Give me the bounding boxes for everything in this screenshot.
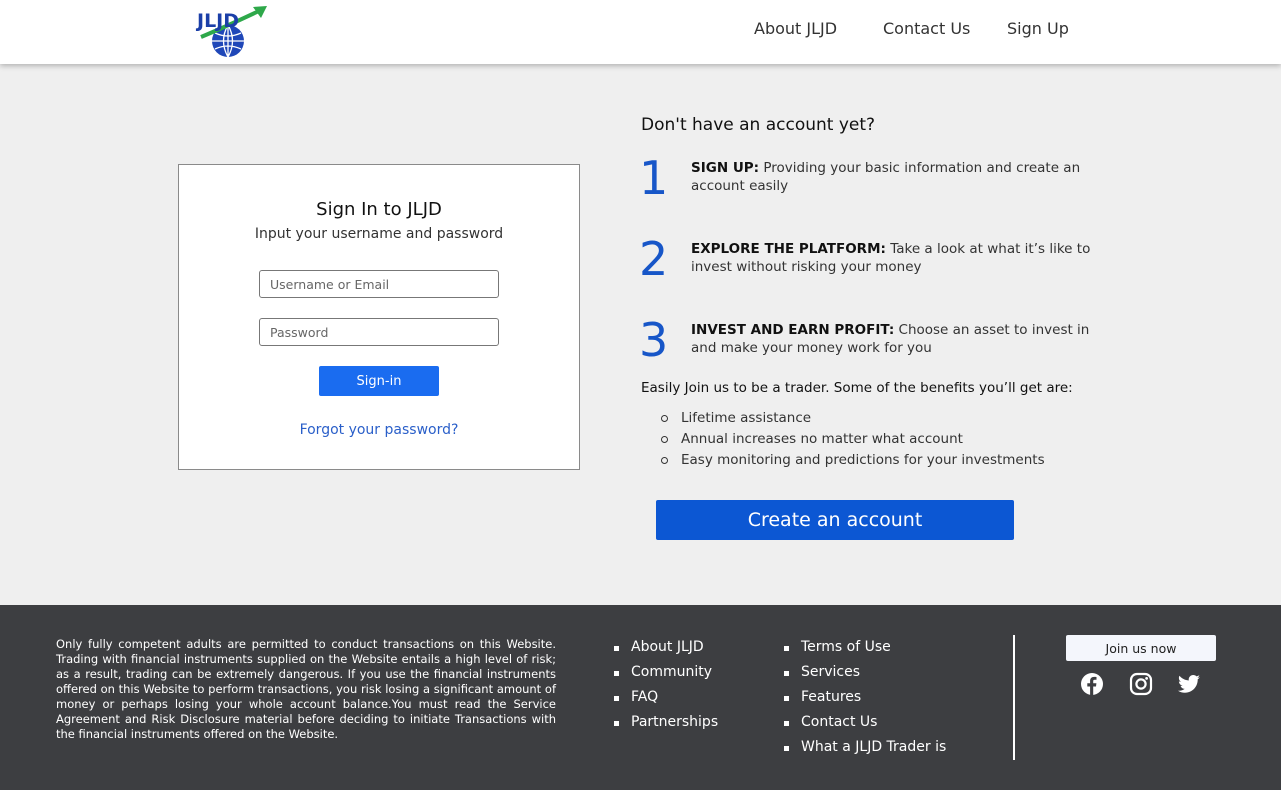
benefit-item: Easy monitoring and predictions for your… xyxy=(661,450,1045,471)
facebook-icon[interactable] xyxy=(1080,672,1104,696)
step-1-text: SIGN UP: Providing your basic informatio… xyxy=(691,159,1091,195)
logo-icon: JLJD xyxy=(195,6,267,58)
signin-button[interactable]: Sign-in xyxy=(319,366,439,396)
benefit-item: Lifetime assistance xyxy=(661,408,1045,429)
footer-link-services[interactable]: Services xyxy=(784,660,946,685)
site-header: JLJD About JLJD Contact Us Sign Up xyxy=(0,0,1281,64)
logo-text: JLJD xyxy=(195,10,239,32)
site-footer: Only fully competent adults are permitte… xyxy=(0,605,1281,790)
footer-disclaimer: Only fully competent adults are permitte… xyxy=(56,637,556,741)
step-3-text: INVEST AND EARN PROFIT: Choose an asset … xyxy=(691,321,1091,357)
footer-links-col2: Terms of Use Services Features Contact U… xyxy=(784,635,946,760)
nav-about[interactable]: About JLJD xyxy=(754,19,837,38)
nav-signup[interactable]: Sign Up xyxy=(1007,19,1069,38)
footer-link-trader[interactable]: What a JLJD Trader is xyxy=(784,735,946,760)
join-us-button[interactable]: Join us now xyxy=(1066,635,1216,661)
nav-contact[interactable]: Contact Us xyxy=(883,19,970,38)
step-3-heading: INVEST AND EARN PROFIT: xyxy=(691,322,895,338)
instagram-icon[interactable] xyxy=(1129,672,1153,696)
footer-link-terms[interactable]: Terms of Use xyxy=(784,635,946,660)
password-input[interactable] xyxy=(259,318,499,346)
footer-link-about[interactable]: About JLJD xyxy=(614,635,718,660)
footer-divider xyxy=(1013,635,1015,760)
step-1-heading: SIGN UP: xyxy=(691,160,760,176)
step-2-heading: EXPLORE THE PLATFORM: xyxy=(691,241,886,257)
benefits-list: Lifetime assistance Annual increases no … xyxy=(661,408,1045,471)
footer-link-features[interactable]: Features xyxy=(784,685,946,710)
step-number-3: 3 xyxy=(639,313,669,367)
create-account-button[interactable]: Create an account xyxy=(656,500,1014,540)
footer-link-community[interactable]: Community xyxy=(614,660,718,685)
step-number-2: 2 xyxy=(639,232,669,286)
step-number-1: 1 xyxy=(639,151,669,205)
footer-link-partnerships[interactable]: Partnerships xyxy=(614,710,718,735)
username-input[interactable] xyxy=(259,270,499,298)
signin-title: Sign In to JLJD xyxy=(316,199,442,220)
benefit-item: Annual increases no matter what account xyxy=(661,429,1045,450)
footer-links-col1: About JLJD Community FAQ Partnerships xyxy=(614,635,718,735)
step-2-text: EXPLORE THE PLATFORM: Take a look at wha… xyxy=(691,240,1091,276)
twitter-icon[interactable] xyxy=(1177,672,1201,696)
footer-link-contact[interactable]: Contact Us xyxy=(784,710,946,735)
forgot-password-link[interactable]: Forgot your password? xyxy=(179,422,579,438)
jljd-logo[interactable]: JLJD xyxy=(195,3,271,59)
footer-link-faq[interactable]: FAQ xyxy=(614,685,718,710)
register-title: Don't have an account yet? xyxy=(641,115,876,135)
benefits-title: Easily Join us to be a trader. Some of t… xyxy=(641,380,1073,396)
signin-card: Sign In to JLJD Input your username and … xyxy=(178,164,580,470)
signin-subtitle: Input your username and password xyxy=(254,226,504,242)
